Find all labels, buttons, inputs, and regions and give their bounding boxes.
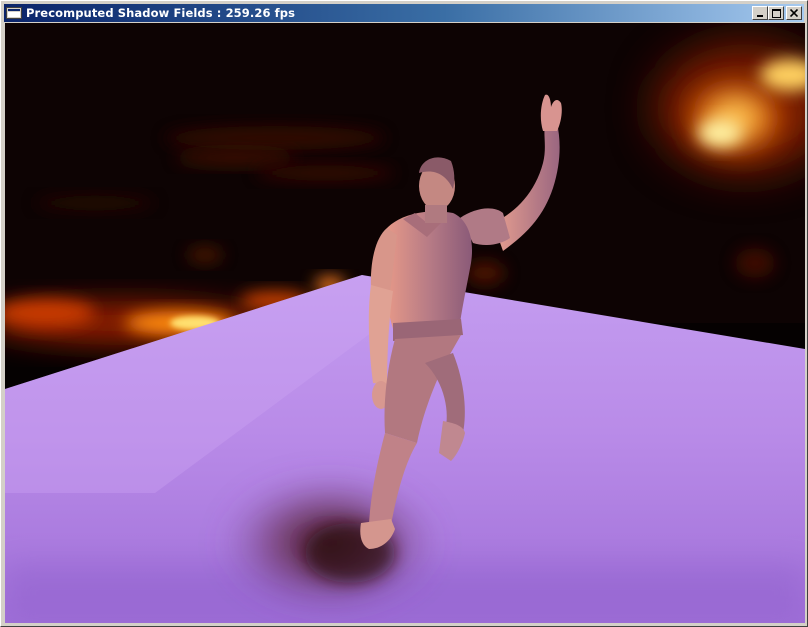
window-title: Precomputed Shadow Fields : 259.26 fps [26,6,296,20]
minimize-button[interactable] [752,6,768,20]
close-button[interactable] [786,6,802,20]
close-icon [790,9,798,17]
minimize-icon [757,14,763,17]
app-icon[interactable] [6,6,22,20]
app-window: Precomputed Shadow Fields : 259.26 fps [0,0,808,627]
render-viewport[interactable] [5,23,805,623]
rendered-scene [5,23,805,623]
title-buttons [752,6,802,20]
maximize-button[interactable] [768,6,784,20]
title-bar[interactable]: Precomputed Shadow Fields : 259.26 fps [4,4,804,22]
maximize-icon [771,8,781,18]
